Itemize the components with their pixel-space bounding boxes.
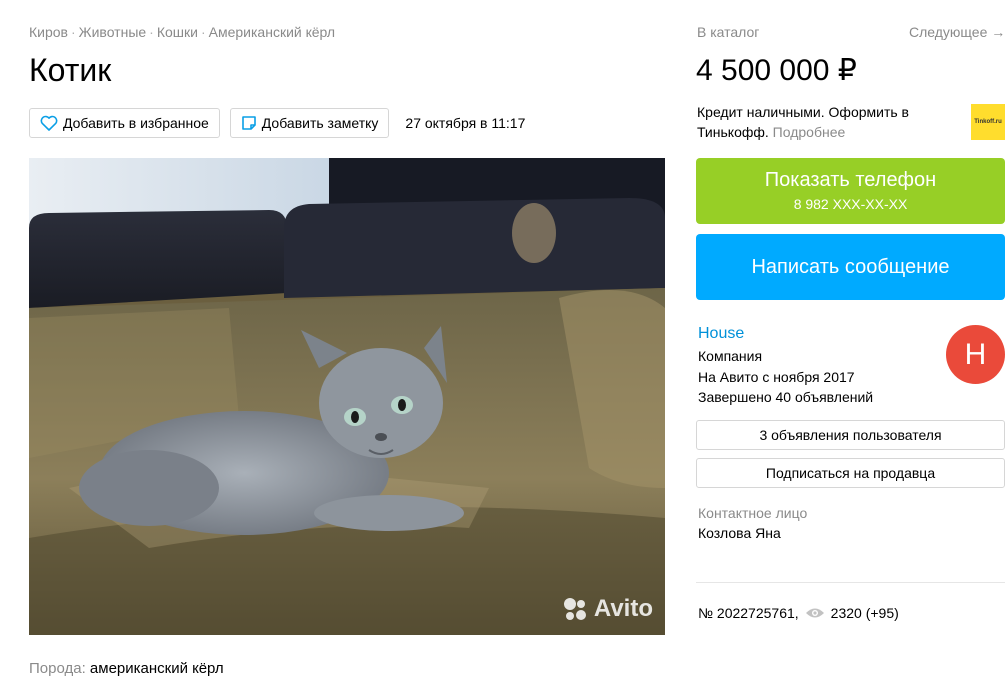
listing-photo[interactable]: Avito — [29, 158, 665, 635]
seller-type: Компания — [698, 348, 763, 364]
seller-name-link[interactable]: House — [698, 325, 744, 343]
breadcrumb-separator: · — [149, 24, 154, 40]
breadcrumb-item-city[interactable]: Киров — [29, 24, 68, 40]
breadcrumb-separator: · — [71, 24, 76, 40]
avito-watermark: Avito — [562, 595, 653, 623]
show-phone-label: Показать телефон — [764, 169, 937, 191]
add-to-favorites-label: Добавить в избранное — [63, 115, 209, 131]
avito-logo-icon — [563, 598, 586, 620]
note-icon — [241, 115, 257, 131]
next-listing-link[interactable]: Следующее → — [909, 24, 1005, 40]
breadcrumb-item-cats[interactable]: Кошки — [157, 24, 198, 40]
breed-value: американский кёрл — [89, 660, 224, 677]
show-phone-button[interactable]: Показать телефон 8 982 XXX-XX-XX — [696, 158, 1005, 224]
breadcrumb-item-animals[interactable]: Животные — [79, 24, 147, 40]
seller-completed-count: Завершено 40 объявлений — [698, 389, 874, 405]
write-message-button[interactable]: Написать сообщение — [696, 234, 1005, 300]
breadcrumb-separator: · — [200, 24, 206, 40]
credit-offer: Кредит наличными. Оформить в Тинькофф. П… — [697, 102, 937, 142]
breadcrumb: Киров · Животные · Кошки · Американский кёрл — [29, 24, 335, 40]
listing-meta: № 2022725761, 2320 (+95) — [698, 605, 899, 621]
listing-id: № 2022725761, — [698, 605, 799, 621]
breed-param: Порода: американский кёрл — [29, 660, 224, 677]
view-count: 2320 (+95) — [830, 605, 899, 621]
credit-more-link[interactable]: Подробнее — [773, 124, 846, 140]
kitten-photo-image — [29, 158, 665, 635]
divider — [696, 582, 1005, 583]
breed-label: Порода: — [29, 660, 86, 677]
listing-price: 4 500 000 ₽ — [696, 54, 857, 87]
subscribe-seller-button[interactable]: Подписаться на продавца — [696, 458, 1005, 488]
tinkoff-logo[interactable]: Tinkoff.ru — [971, 104, 1005, 140]
seller-since: На Авито с ноября 2017 — [698, 368, 855, 385]
contact-person-label: Контактное лицо — [698, 505, 808, 521]
watermark-text: Avito — [593, 595, 653, 622]
heart-icon — [40, 115, 58, 131]
contact-person-name: Козлова Яна — [698, 525, 781, 541]
listing-actions: Добавить в избранное Добавить заметку 27… — [29, 108, 525, 138]
seller-avatar-letter: Н — [964, 337, 987, 371]
tinkoff-logo-text: Tinkoff.ru — [974, 119, 1002, 125]
add-note-button[interactable]: Добавить заметку — [229, 108, 390, 138]
seller-avatar[interactable]: Н — [946, 325, 1005, 384]
add-to-favorites-button[interactable]: Добавить в избранное — [29, 108, 220, 138]
page-title: Котик — [29, 52, 112, 88]
add-note-label: Добавить заметку — [261, 115, 379, 131]
back-to-catalog-link[interactable]: В каталог — [697, 24, 759, 40]
user-listings-button[interactable]: 3 объявления пользователя — [696, 420, 1005, 450]
seller-info: Компания На Авито с ноября 2017 Завершен… — [698, 346, 873, 408]
phone-number-masked: 8 982 XXX-XX-XX — [793, 196, 908, 212]
listing-date: 27 октября в 11:17 — [405, 115, 526, 131]
breadcrumb-item-breed[interactable]: Американский кёрл — [209, 24, 335, 40]
eye-icon — [805, 607, 825, 619]
